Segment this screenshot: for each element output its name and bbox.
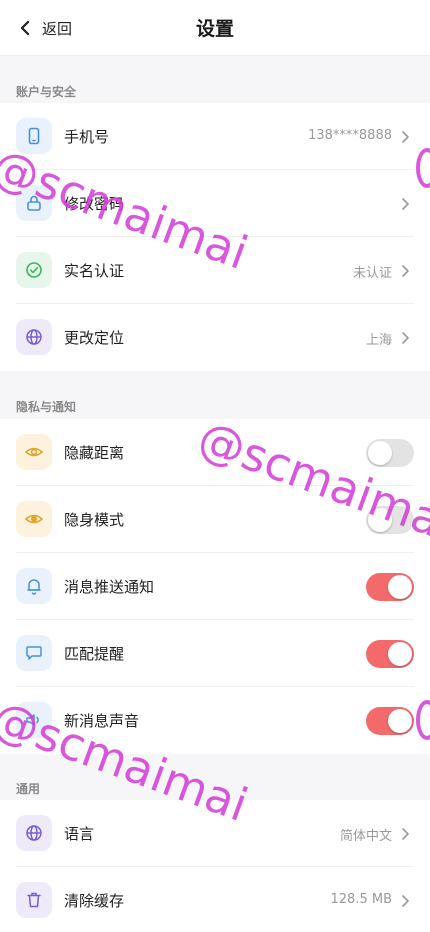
- eye-filled-icon: [16, 501, 52, 537]
- eye-icon: [16, 434, 52, 470]
- stealth-mode-toggle[interactable]: [366, 506, 414, 534]
- row-label: 隐藏距离: [64, 444, 125, 462]
- row-label: 匹配提醒: [64, 645, 125, 663]
- settings-row-message-sound: 新消息声音: [0, 687, 430, 754]
- general-card: 语言 简体中文 清除缓存 128.5 MB: [0, 800, 430, 932]
- toggle-knob: [368, 441, 392, 465]
- row-label: 手机号: [64, 128, 110, 146]
- account-card: 手机号 138****8888 修改密码 实名认证 未认证 更改定位 上海: [0, 103, 430, 371]
- chevron-right-icon: [402, 265, 409, 277]
- trash-icon: [16, 882, 52, 918]
- row-label: 清除缓存: [64, 892, 125, 910]
- row-label: 隐身模式: [64, 511, 125, 529]
- chevron-right-icon: [402, 131, 409, 143]
- toggle-knob: [368, 508, 392, 532]
- row-label: 更改定位: [64, 329, 125, 347]
- settings-row-phone[interactable]: 手机号 138****8888: [0, 103, 430, 170]
- chat-bubble-icon: [16, 635, 52, 671]
- bell-icon: [16, 568, 52, 604]
- message-sound-toggle[interactable]: [366, 707, 414, 735]
- globe-icon: [16, 815, 52, 851]
- chevron-right-icon: [402, 828, 409, 840]
- section-title-general: 通用: [16, 782, 41, 796]
- section-title-account: 账户与安全: [16, 85, 77, 99]
- globe-icon: [16, 319, 52, 355]
- nav-header: 返回 设置: [0, 0, 430, 56]
- chevron-right-icon: [402, 895, 409, 907]
- row-label: 实名认证: [64, 262, 125, 280]
- settings-row-hide-distance: 隐藏距离: [0, 419, 430, 486]
- settings-row-language[interactable]: 语言 简体中文: [0, 800, 430, 867]
- phone-icon: [16, 118, 52, 154]
- privacy-card: 隐藏距离 隐身模式 消息推送通知 匹配提醒 新消息声音: [0, 419, 430, 754]
- hide-distance-toggle[interactable]: [366, 439, 414, 467]
- section-title-privacy: 隐私与通知: [16, 400, 77, 414]
- row-label: 修改密码: [64, 195, 125, 213]
- row-label: 语言: [64, 825, 95, 843]
- chevron-right-icon: [402, 198, 409, 210]
- match-reminder-toggle[interactable]: [366, 640, 414, 668]
- settings-row-verification[interactable]: 实名认证 未认证: [0, 237, 430, 304]
- page-title: 设置: [195, 18, 234, 40]
- row-value: 128.5 MB: [330, 892, 392, 907]
- settings-row-stealth-mode: 隐身模式: [0, 486, 430, 553]
- settings-row-clear-cache[interactable]: 清除缓存 128.5 MB: [0, 867, 430, 932]
- settings-row-match-reminder: 匹配提醒: [0, 620, 430, 687]
- toggle-knob: [388, 709, 412, 733]
- toggle-knob: [388, 575, 412, 599]
- row-value: 上海: [365, 333, 392, 348]
- chevron-right-icon: [402, 332, 409, 344]
- lock-icon: [16, 185, 52, 221]
- settings-row-push-notifications: 消息推送通知: [0, 553, 430, 620]
- push-notifications-toggle[interactable]: [366, 573, 414, 601]
- row-value: 简体中文: [339, 829, 392, 844]
- settings-row-location[interactable]: 更改定位 上海: [0, 304, 430, 371]
- row-label: 新消息声音: [64, 712, 140, 730]
- settings-row-password[interactable]: 修改密码: [0, 170, 430, 237]
- speaker-icon: [16, 702, 52, 738]
- row-value: 138****8888: [308, 128, 392, 143]
- toggle-knob: [388, 642, 412, 666]
- row-value: 未认证: [352, 266, 392, 281]
- check-circle-icon: [16, 252, 52, 288]
- row-label: 消息推送通知: [64, 578, 155, 596]
